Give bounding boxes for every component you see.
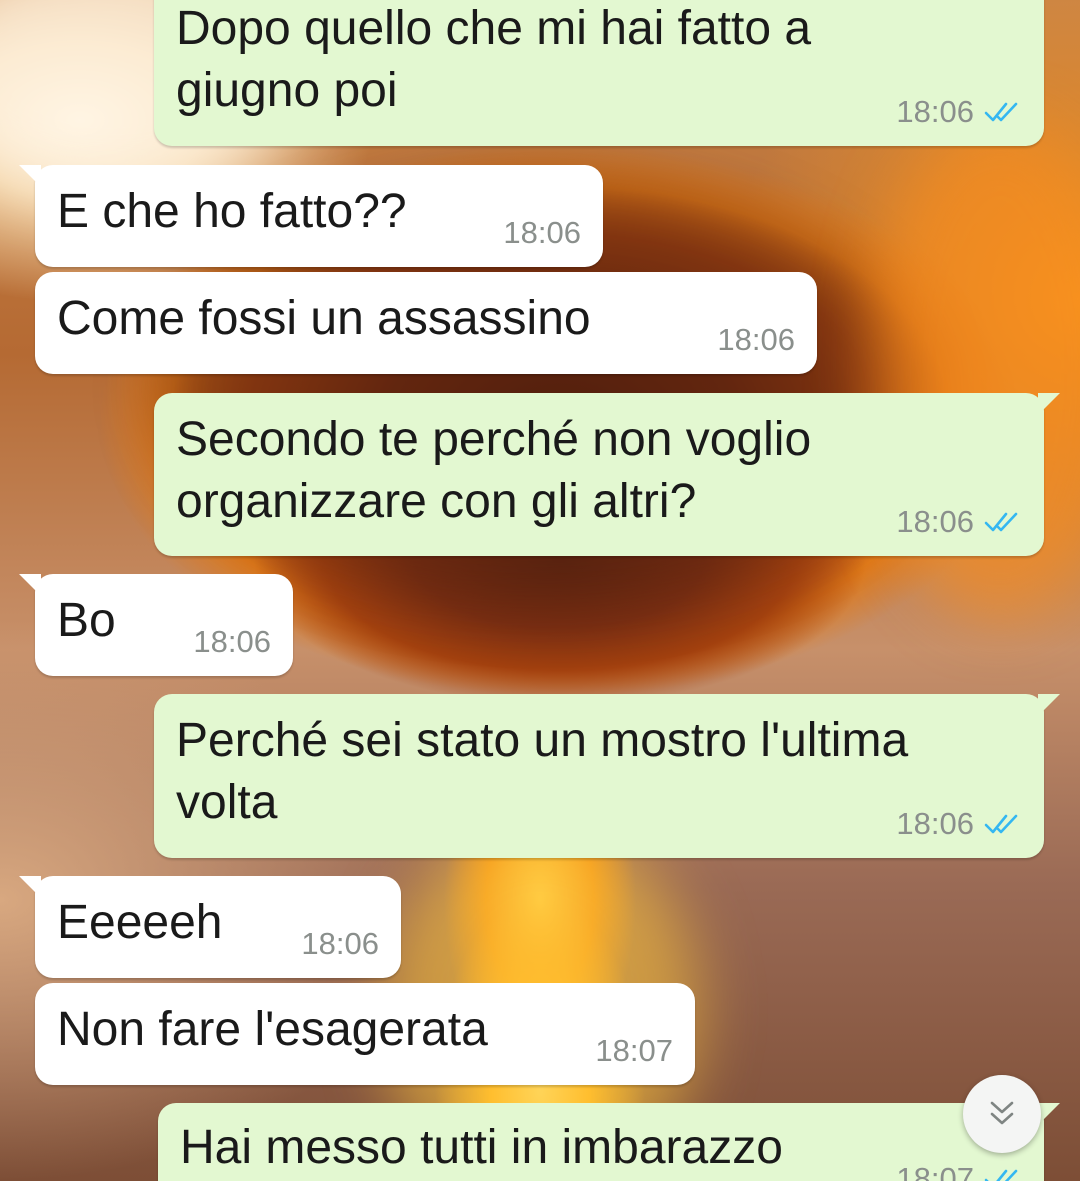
- outgoing-message[interactable]: Dopo quello che mi hai fatto a giugno po…: [154, 0, 1044, 146]
- message-text: Non fare l'esagerata: [57, 1003, 488, 1056]
- outgoing-message[interactable]: Hai messo tutti in imbarazzo 18:07: [158, 1103, 1060, 1181]
- incoming-message[interactable]: Eeeeeh 18:06: [19, 876, 401, 978]
- message-text: Secondo te perché non voglio organizzare…: [176, 413, 812, 528]
- message-meta: 18:06: [301, 926, 379, 962]
- message-meta: 18:06: [896, 504, 1024, 540]
- message-time: 18:06: [717, 322, 795, 357]
- message-meta: 18:06: [193, 624, 271, 660]
- incoming-message[interactable]: Bo 18:06: [19, 574, 293, 676]
- message-meta: 18:06: [896, 94, 1024, 130]
- message-text: Come fossi un assassino: [57, 292, 591, 345]
- message-text: Hai messo tutti in imbarazzo: [180, 1121, 783, 1174]
- incoming-message[interactable]: E che ho fatto?? 18:06: [19, 165, 603, 267]
- message-time: 18:06: [896, 504, 974, 539]
- double-chevron-down-icon: [990, 1101, 1014, 1125]
- message-time: 18:06: [896, 806, 974, 841]
- message-time: 18:06: [301, 926, 379, 961]
- double-check-icon: [984, 102, 1018, 122]
- message-text: E che ho fatto??: [57, 185, 407, 238]
- incoming-message[interactable]: Non fare l'esagerata 18:07: [35, 983, 695, 1085]
- message-meta: 18:07: [595, 1033, 673, 1069]
- message-meta: 18:06: [717, 322, 795, 358]
- incoming-message[interactable]: Come fossi un assassino 18:06: [35, 272, 817, 374]
- scroll-to-bottom-button[interactable]: [963, 1075, 1041, 1153]
- message-time: 18:06: [503, 215, 581, 250]
- message-time: 18:06: [896, 94, 974, 129]
- message-time: 18:06: [193, 624, 271, 659]
- message-text: Eeeeeh: [57, 896, 223, 949]
- message-text: Perché sei stato un mostro l'ultima volt…: [176, 714, 909, 829]
- double-check-icon: [984, 512, 1018, 532]
- message-time: 18:07: [896, 1161, 974, 1181]
- message-meta: 18:06: [896, 806, 1024, 842]
- message-text: Bo: [57, 594, 116, 647]
- double-check-icon: [984, 814, 1018, 834]
- outgoing-message[interactable]: Perché sei stato un mostro l'ultima volt…: [154, 694, 1060, 858]
- message-meta: 18:06: [503, 215, 581, 251]
- outgoing-message[interactable]: Secondo te perché non voglio organizzare…: [154, 393, 1060, 556]
- message-time: 18:07: [595, 1033, 673, 1068]
- double-check-icon: [984, 1169, 1018, 1181]
- message-meta: 18:07: [896, 1161, 1024, 1181]
- message-text: Dopo quello che mi hai fatto a giugno po…: [176, 2, 812, 117]
